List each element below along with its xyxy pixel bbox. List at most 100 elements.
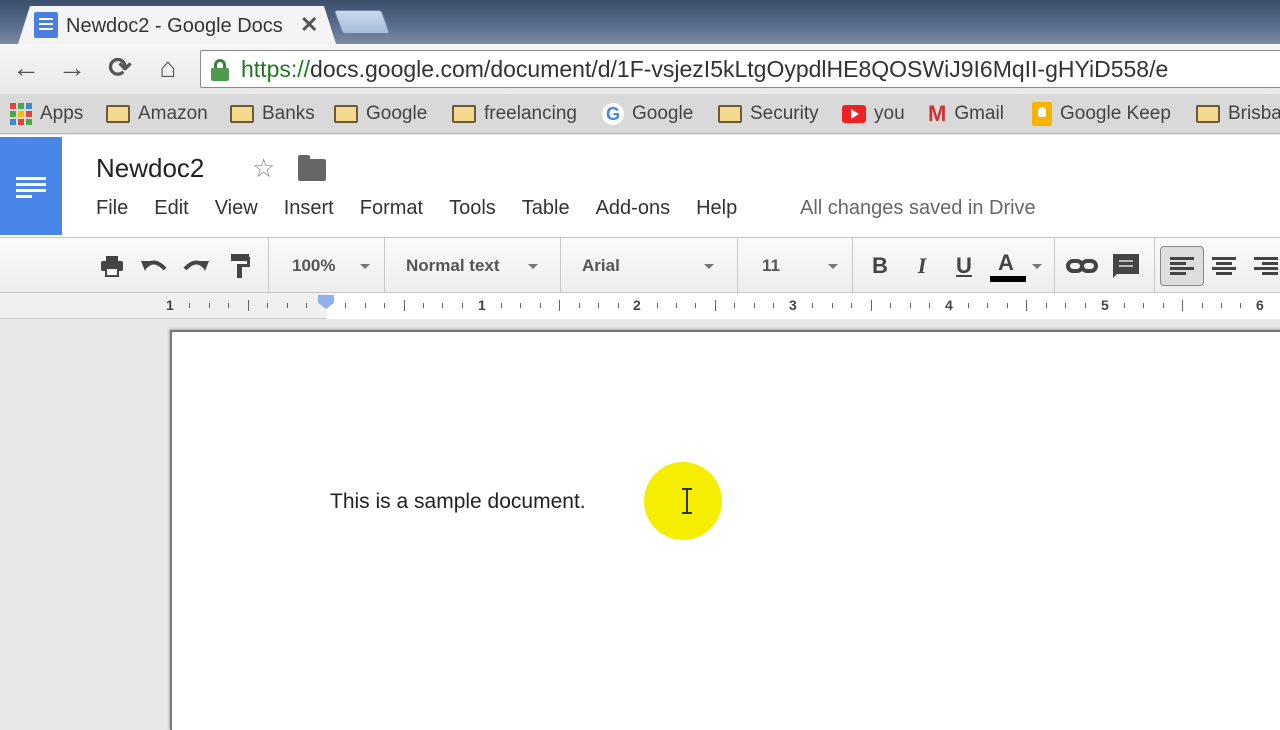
- ruler-tick: [1221, 303, 1222, 308]
- bookmark-google[interactable]: G Google: [602, 102, 693, 126]
- ruler-label: 1: [166, 297, 174, 313]
- bold-icon: B: [872, 253, 888, 278]
- document-canvas: This is a sample document.: [0, 320, 1280, 730]
- save-status[interactable]: All changes saved in Drive: [800, 197, 1036, 220]
- align-left-button[interactable]: [1160, 246, 1204, 286]
- menu-tools[interactable]: Tools: [449, 197, 496, 220]
- star-icon[interactable]: ☆: [252, 153, 275, 184]
- ruler-tick: [501, 303, 502, 308]
- forward-icon[interactable]: →: [56, 52, 88, 84]
- home-icon[interactable]: ⌂: [152, 52, 184, 84]
- ruler-tick: [345, 303, 346, 308]
- ruler-tick: [871, 300, 872, 311]
- bookmark-apps[interactable]: Apps: [10, 102, 83, 126]
- ruler-tick: [1163, 303, 1164, 308]
- browser-tabstrip: Newdoc2 - Google Docs ✕: [0, 0, 1280, 44]
- bookmark-google-keep[interactable]: Google Keep: [1032, 102, 1171, 126]
- text-cursor-icon: [682, 488, 692, 514]
- ruler-tick: [812, 303, 813, 308]
- underline-button[interactable]: U: [950, 250, 978, 282]
- chevron-down-icon: [828, 264, 838, 269]
- folder-icon: [452, 105, 476, 123]
- ruler-tick: [267, 303, 268, 308]
- ruler-tick: [910, 303, 911, 308]
- ruler[interactable]: 1 1 2 3 4 5 6: [0, 293, 1280, 319]
- bookmark-security[interactable]: Security: [718, 102, 819, 126]
- menu-view[interactable]: View: [215, 197, 258, 220]
- ruler-tick: [695, 303, 696, 308]
- align-right-icon: [1254, 257, 1278, 275]
- ruler-tick: [462, 303, 463, 308]
- document-page[interactable]: This is a sample document.: [170, 330, 1280, 730]
- ruler-tick: [987, 303, 988, 308]
- folder-icon: [718, 105, 742, 123]
- redo-button[interactable]: [182, 250, 210, 282]
- align-right-button[interactable]: [1252, 250, 1280, 282]
- ruler-tick: [228, 303, 229, 308]
- ruler-tick: [520, 303, 521, 308]
- bookmark-google-folder[interactable]: Google: [334, 102, 427, 126]
- document-title[interactable]: Newdoc2: [96, 153, 204, 184]
- insert-link-button[interactable]: [1064, 250, 1100, 282]
- menu-insert[interactable]: Insert: [284, 197, 334, 220]
- bold-button[interactable]: B: [866, 250, 894, 282]
- ruler-tick: [209, 303, 210, 308]
- ruler-tick: [657, 303, 658, 308]
- back-icon[interactable]: ←: [10, 52, 42, 84]
- close-tab-icon[interactable]: ✕: [300, 12, 318, 38]
- bookmark-banks[interactable]: Banks: [230, 102, 315, 126]
- address-bar[interactable]: https://docs.google.com/document/d/1F-vs…: [200, 50, 1280, 88]
- link-icon: [1066, 259, 1098, 273]
- zoom-select[interactable]: 100%: [276, 250, 380, 282]
- ruler-tick: [832, 303, 833, 308]
- text-color-icon: A: [998, 250, 1014, 275]
- reload-icon[interactable]: ⟳: [104, 52, 136, 84]
- docs-home-icon[interactable]: [0, 137, 62, 235]
- chevron-down-icon: [528, 264, 538, 269]
- lock-icon: [211, 59, 229, 81]
- menu-help[interactable]: Help: [696, 197, 737, 220]
- youtube-icon: [842, 105, 866, 123]
- paragraph-style-select[interactable]: Normal text: [390, 250, 556, 282]
- ruler-tick: [968, 303, 969, 308]
- ruler-tick: [423, 303, 424, 308]
- document-body-text[interactable]: This is a sample document.: [330, 490, 586, 514]
- print-button[interactable]: [98, 250, 126, 282]
- bookmark-youtube[interactable]: you: [842, 102, 905, 126]
- ruler-tick: [1065, 303, 1066, 308]
- ruler-tick: [1046, 303, 1047, 308]
- ruler-label: 4: [945, 297, 953, 313]
- text-color-button[interactable]: A: [988, 250, 1042, 282]
- ruler-tick: [1202, 303, 1203, 308]
- paint-format-icon: [231, 254, 250, 278]
- ruler-tick: [715, 300, 716, 311]
- folder-icon: [106, 105, 130, 123]
- ruler-tick: [929, 303, 930, 308]
- ruler-tick: [559, 300, 560, 311]
- font-size-select[interactable]: 11: [744, 250, 848, 282]
- undo-button[interactable]: [140, 250, 168, 282]
- browser-tab-active[interactable]: Newdoc2 - Google Docs ✕: [18, 6, 336, 44]
- ruler-tick: [676, 303, 677, 308]
- move-to-folder-icon[interactable]: [298, 155, 326, 181]
- insert-comment-button[interactable]: [1110, 250, 1142, 282]
- menu-format[interactable]: Format: [360, 197, 423, 220]
- menu-table[interactable]: Table: [522, 197, 570, 220]
- chevron-down-icon: [704, 264, 714, 269]
- align-center-button[interactable]: [1210, 250, 1238, 282]
- ruler-label: 5: [1101, 297, 1109, 313]
- bookmark-freelancing[interactable]: freelancing: [452, 102, 577, 126]
- bookmark-amazon[interactable]: Amazon: [106, 102, 208, 126]
- bookmark-brisbane[interactable]: Brisba: [1196, 102, 1280, 126]
- google-g-icon: G: [602, 103, 624, 125]
- menu-edit[interactable]: Edit: [154, 197, 188, 220]
- italic-button[interactable]: I: [908, 250, 936, 282]
- paint-format-button[interactable]: [226, 250, 254, 282]
- new-tab-button[interactable]: [333, 10, 391, 34]
- menu-file[interactable]: File: [96, 197, 128, 220]
- bookmark-gmail[interactable]: M Gmail: [928, 101, 1004, 126]
- ruler-tick: [1143, 303, 1144, 308]
- menu-addons[interactable]: Add-ons: [596, 197, 671, 220]
- url-text[interactable]: https://docs.google.com/document/d/1F-vs…: [241, 56, 1168, 83]
- font-select[interactable]: Arial: [566, 250, 732, 282]
